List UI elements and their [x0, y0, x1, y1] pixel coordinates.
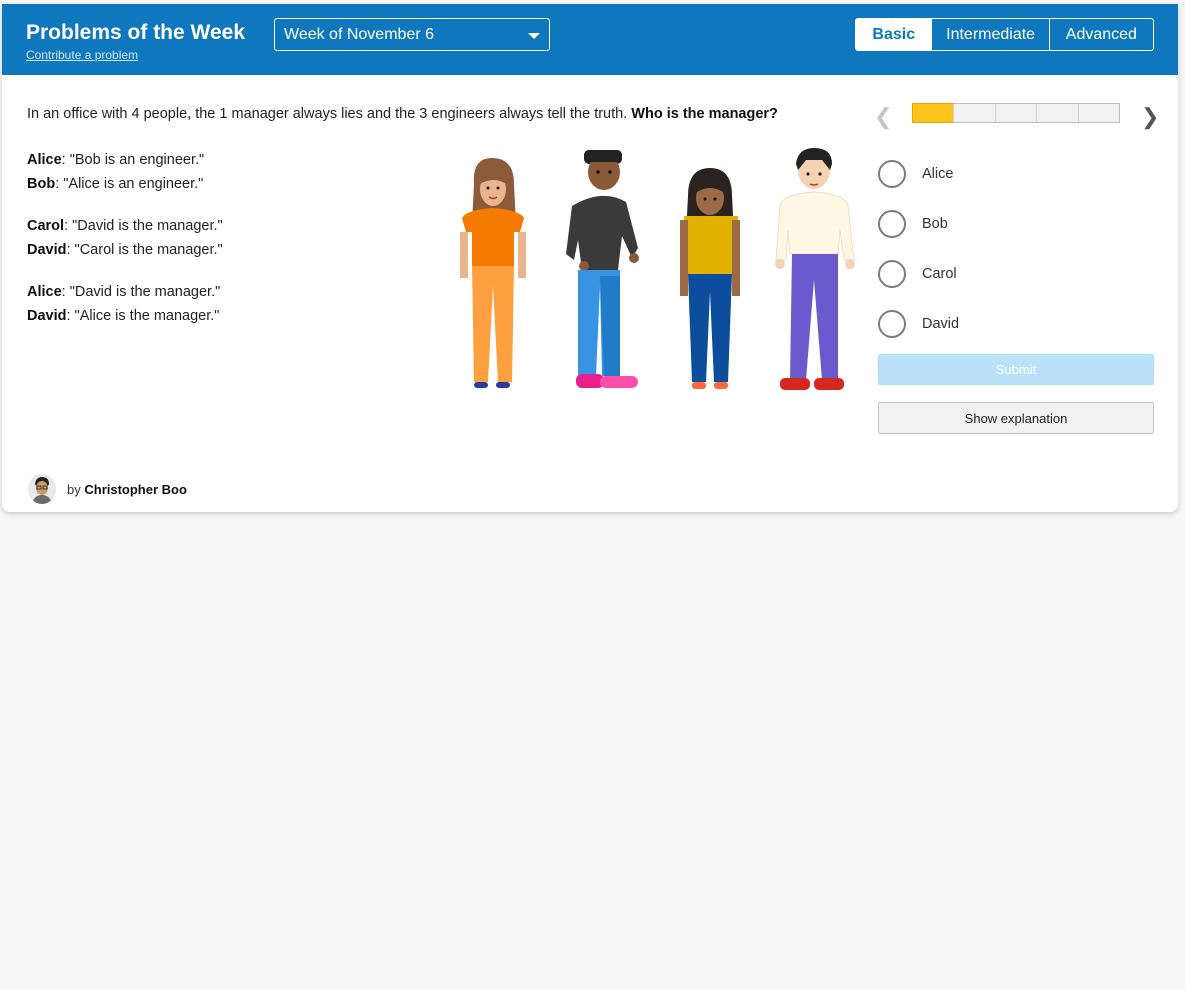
- statement-speaker: Carol: [27, 218, 65, 234]
- author-name: Christopher Boo: [84, 481, 187, 497]
- alice-figure: [460, 158, 526, 388]
- week-dropdown[interactable]: Week of November 6: [274, 18, 550, 51]
- statement-speaker: Bob: [27, 176, 56, 192]
- option-carol[interactable]: Carol: [878, 249, 959, 299]
- radio-button[interactable]: [878, 310, 906, 338]
- tab-intermediate[interactable]: Intermediate: [931, 19, 1048, 50]
- question-prefix: In an office with 4 people, the 1 manage…: [27, 106, 628, 122]
- week-dropdown-value: Week of November 6: [284, 26, 434, 43]
- progress-step[interactable]: [1077, 104, 1119, 122]
- statement-quote: : "Alice is an engineer.": [55, 176, 204, 192]
- statement-speaker: Alice: [27, 284, 62, 300]
- option-label: David: [922, 316, 960, 332]
- statement: David: "Alice is the manager.": [27, 304, 223, 328]
- difficulty-tabs: Basic Intermediate Advanced: [855, 18, 1154, 51]
- statement: Carol: "David is the manager.": [27, 214, 223, 238]
- progress-step[interactable]: [911, 103, 955, 123]
- author-prefix: by: [67, 481, 81, 497]
- option-label: Carol: [922, 266, 957, 282]
- tab-advanced[interactable]: Advanced: [1048, 19, 1153, 50]
- statement-quote: : "Carol is the manager.": [66, 242, 223, 258]
- bob-figure: [566, 150, 639, 388]
- statement-quote: : "David is the manager.": [64, 218, 223, 234]
- option-alice[interactable]: Alice: [878, 149, 959, 199]
- question-text: In an office with 4 people, the 1 manage…: [27, 106, 778, 122]
- statement-quote: : "Bob is an engineer.": [61, 152, 205, 168]
- statement: Alice: "David is the manager.": [27, 280, 223, 304]
- statement-speaker: Alice: [27, 152, 62, 168]
- problem-progress: [911, 103, 1120, 123]
- statements-list: Alice: "Bob is an engineer." Bob: "Alice…: [27, 148, 223, 328]
- question-bold: Who is the manager?: [631, 106, 778, 122]
- option-bob[interactable]: Bob: [878, 199, 959, 249]
- statement-quote: : "David is the manager.": [61, 284, 221, 300]
- statement: Bob: "Alice is an engineer.": [27, 172, 223, 196]
- page-title: Problems of the Week: [26, 21, 246, 44]
- statement-speaker: David: [27, 308, 67, 324]
- avatar: [28, 474, 56, 504]
- david-figure: [775, 148, 855, 390]
- contribute-link[interactable]: Contribute a problem: [26, 48, 138, 62]
- progress-step[interactable]: [994, 104, 1036, 122]
- chevron-right-icon[interactable]: ❯: [1141, 104, 1159, 130]
- caret-down-icon: [528, 33, 540, 39]
- answer-options: Alice Bob Carol David: [878, 149, 959, 349]
- show-explanation-button[interactable]: Show explanation: [878, 402, 1154, 434]
- progress-step[interactable]: [1036, 104, 1077, 122]
- progress-step[interactable]: [953, 104, 994, 122]
- option-label: Alice: [922, 166, 954, 182]
- problem-card: Problems of the Week Contribute a proble…: [2, 4, 1178, 512]
- radio-button[interactable]: [878, 260, 906, 288]
- statement-speaker: David: [27, 242, 67, 258]
- radio-button[interactable]: [878, 160, 906, 188]
- header-bar: Problems of the Week Contribute a proble…: [2, 4, 1178, 75]
- author-credit: by Christopher Boo: [28, 474, 187, 504]
- statement-quote: : "Alice is the manager.": [66, 308, 220, 324]
- option-david[interactable]: David: [878, 299, 959, 349]
- submit-button[interactable]: Submit: [878, 354, 1154, 385]
- option-label: Bob: [922, 216, 948, 232]
- tab-basic[interactable]: Basic: [856, 19, 932, 50]
- statement: Alice: "Bob is an engineer.": [27, 148, 223, 172]
- statement: David: "Carol is the manager.": [27, 238, 223, 262]
- chevron-left-icon[interactable]: ❮: [874, 104, 892, 130]
- characters-illustration: [460, 148, 855, 390]
- radio-button[interactable]: [878, 210, 906, 238]
- carol-figure: [680, 168, 740, 389]
- author-byline: by Christopher Boo: [67, 482, 187, 497]
